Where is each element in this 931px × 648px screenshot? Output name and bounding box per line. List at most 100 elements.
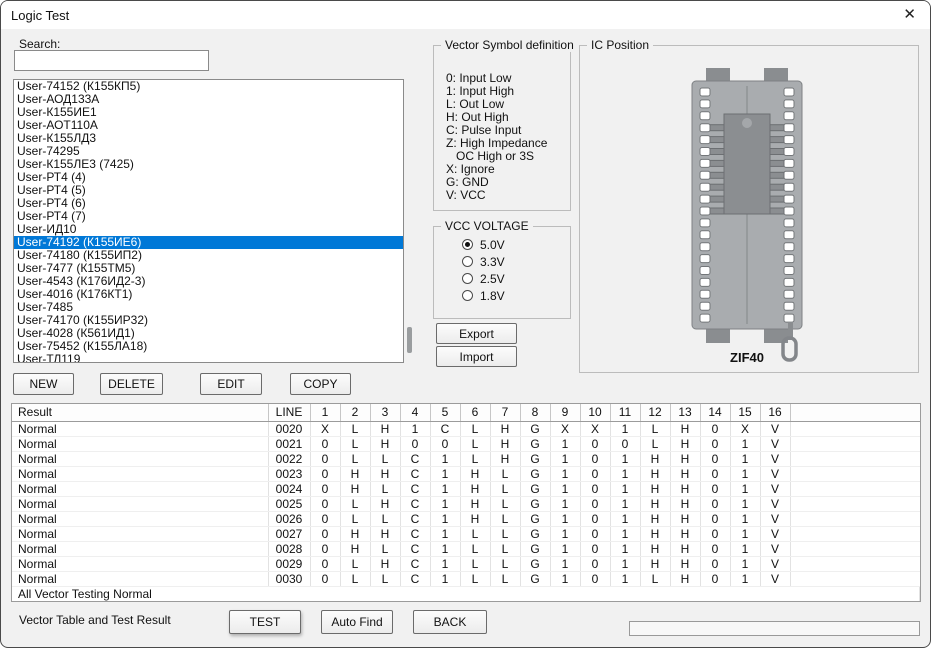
pin-cell: 0: [310, 466, 340, 481]
copy-button[interactable]: COPY: [290, 373, 351, 395]
pin-cell: X: [580, 421, 610, 436]
pin-cell: L: [370, 451, 400, 466]
filler-cell: [790, 481, 920, 496]
radio-icon: [462, 273, 473, 284]
vcc-option-2-5V[interactable]: 2.5V: [462, 271, 505, 288]
pin-cell: X: [550, 421, 580, 436]
close-button[interactable]: ✕: [903, 6, 916, 24]
pin-cell: X: [310, 421, 340, 436]
pin-cell: 1: [730, 481, 760, 496]
pin-cell: 0: [580, 526, 610, 541]
line-cell: 0027: [268, 526, 310, 541]
pin-cell: C: [400, 466, 430, 481]
pin-cell: 1: [550, 526, 580, 541]
vector-symbol-list: 0: Input Low1: Input HighL: Out LowH: Ou…: [446, 72, 566, 202]
pin-cell: 0: [310, 481, 340, 496]
pin-cell: L: [340, 451, 370, 466]
pin-cell: 0: [700, 496, 730, 511]
statusbar-label: Vector Table and Test Result: [19, 613, 171, 627]
line-cell: 0024: [268, 481, 310, 496]
column-header: 12: [640, 404, 670, 421]
pin-cell: C: [400, 526, 430, 541]
pin-cell: 0: [700, 421, 730, 436]
pin-cell: G: [520, 541, 550, 556]
column-header: 5: [430, 404, 460, 421]
column-header: 13: [670, 404, 700, 421]
filler-cell: [790, 466, 920, 481]
titlebar: Logic Test ✕: [1, 1, 930, 29]
delete-button[interactable]: DELETE: [100, 373, 163, 395]
pin-cell: 0: [580, 571, 610, 586]
list-scrollbar[interactable]: [407, 79, 413, 363]
list-scrollbar-thumb[interactable]: [407, 327, 412, 353]
pin-cell: 0: [580, 496, 610, 511]
pin-cell: H: [490, 436, 520, 451]
pin-cell: G: [520, 511, 550, 526]
logic-test-dialog: Logic Test ✕ Search: User-74152 (К155КП5…: [0, 0, 931, 648]
vcc-option-5-0V[interactable]: 5.0V: [462, 237, 505, 254]
pin-cell: H: [460, 496, 490, 511]
zif-socket-icon: [672, 66, 822, 366]
pin-cell: H: [460, 511, 490, 526]
pin-cell: 0: [310, 526, 340, 541]
line-cell: 0022: [268, 451, 310, 466]
result-cell: Normal: [12, 466, 268, 481]
pin-cell: 0: [700, 466, 730, 481]
column-header: 1: [310, 404, 340, 421]
line-cell: 0026: [268, 511, 310, 526]
edit-button[interactable]: EDIT: [200, 373, 262, 395]
pin-cell: 1: [430, 496, 460, 511]
table-row: Normal00250LHC1HLG101HH01V: [12, 496, 920, 511]
pin-cell: V: [760, 451, 790, 466]
pin-cell: L: [460, 436, 490, 451]
pin-cell: 1: [550, 541, 580, 556]
vector-symbol-line: V: VCC: [446, 189, 566, 202]
pin-cell: 1: [730, 436, 760, 451]
pin-cell: 1: [430, 511, 460, 526]
pin-cell: L: [640, 571, 670, 586]
vcc-voltage-title: VCC VOLTAGE: [441, 219, 533, 233]
pin-cell: L: [640, 421, 670, 436]
pin-cell: L: [490, 541, 520, 556]
test-button[interactable]: TEST: [229, 610, 301, 634]
back-button[interactable]: BACK: [413, 610, 487, 634]
pin-cell: 0: [310, 571, 340, 586]
result-cell: Normal: [12, 421, 268, 436]
zif-socket-graphic: [672, 66, 822, 366]
vcc-option-1-8V[interactable]: 1.8V: [462, 288, 505, 305]
pin-cell: 0: [580, 466, 610, 481]
pin-cell: 1: [550, 436, 580, 451]
pin-cell: L: [490, 496, 520, 511]
column-header: 16: [760, 404, 790, 421]
pin-cell: H: [640, 466, 670, 481]
pin-cell: 0: [580, 481, 610, 496]
filler-cell: [790, 526, 920, 541]
filler-cell: [790, 496, 920, 511]
new-button[interactable]: NEW: [13, 373, 74, 395]
filler-cell: [790, 541, 920, 556]
table-footer-cell: All Vector Testing Normal: [12, 586, 920, 601]
result-cell: Normal: [12, 496, 268, 511]
pin-cell: 0: [310, 511, 340, 526]
pin-cell: L: [490, 511, 520, 526]
pin-cell: L: [640, 436, 670, 451]
pin-cell: 0: [700, 451, 730, 466]
import-button[interactable]: Import: [436, 346, 517, 367]
search-input[interactable]: [14, 50, 209, 71]
pin-cell: H: [370, 421, 400, 436]
vector-table-grid: ResultLINE12345678910111213141516 Normal…: [12, 404, 920, 602]
pin-cell: G: [520, 421, 550, 436]
pin-cell: H: [370, 526, 400, 541]
column-header: 14: [700, 404, 730, 421]
pin-cell: L: [340, 496, 370, 511]
export-button[interactable]: Export: [436, 323, 517, 344]
pin-cell: H: [670, 436, 700, 451]
list-item[interactable]: User-ТЛ119: [14, 353, 403, 363]
pin-cell: 1: [610, 526, 640, 541]
pin-cell: 0: [700, 481, 730, 496]
auto-find-button[interactable]: Auto Find: [321, 610, 393, 634]
result-cell: Normal: [12, 571, 268, 586]
vcc-option-3-3V[interactable]: 3.3V: [462, 254, 505, 271]
pin-cell: 1: [430, 466, 460, 481]
line-cell: 0021: [268, 436, 310, 451]
